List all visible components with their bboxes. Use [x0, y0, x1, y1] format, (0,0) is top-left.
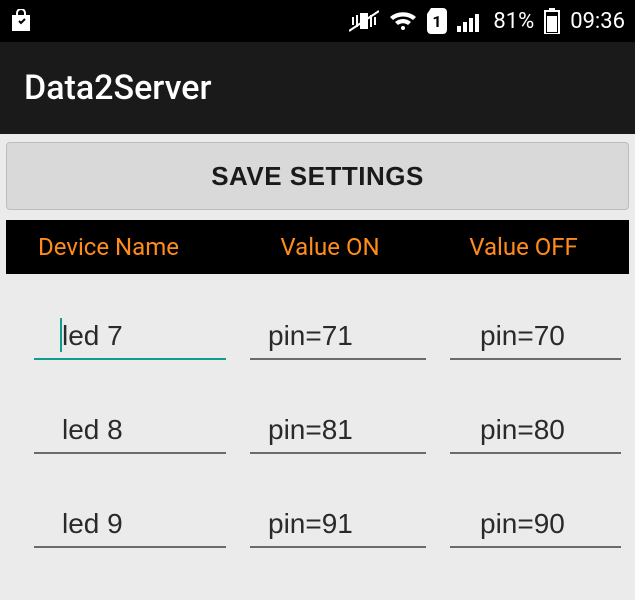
col-header-value-off: Value OFF [430, 233, 625, 261]
value-off-input[interactable] [450, 414, 621, 446]
status-bar: 1 81% 09:36 [0, 0, 635, 42]
sim1-icon: 1 [427, 8, 447, 34]
value-on-input[interactable] [250, 414, 426, 446]
value-on-input[interactable] [250, 320, 426, 352]
battery-icon [544, 8, 560, 34]
table-row [6, 462, 629, 556]
value-off-input[interactable] [450, 508, 621, 540]
cell-value-on [250, 320, 426, 360]
cell-device-name [34, 320, 226, 360]
cell-value-on [250, 414, 426, 454]
table-row [6, 368, 629, 462]
cell-value-off [450, 320, 621, 360]
value-off-input[interactable] [450, 320, 621, 352]
table-header: Device Name Value ON Value OFF [6, 220, 629, 274]
table-row [6, 274, 629, 368]
table-row [6, 556, 629, 600]
signal-icon [457, 10, 483, 32]
app-bar: Data2Server [0, 42, 635, 134]
cell-device-name [34, 414, 226, 454]
cell-value-off [450, 508, 621, 548]
notification-bag-icon [10, 9, 32, 33]
settings-table: Device Name Value ON Value OFF [0, 216, 635, 600]
app-title: Data2Server [24, 68, 212, 108]
save-settings-button[interactable]: SAVE SETTINGS [6, 142, 629, 210]
cell-device-name [34, 508, 226, 548]
col-header-value-on: Value ON [230, 233, 430, 261]
device-name-input[interactable] [34, 320, 226, 352]
value-on-input[interactable] [250, 508, 426, 540]
device-name-input[interactable] [34, 414, 226, 446]
cell-value-on [250, 508, 426, 548]
device-name-input[interactable] [34, 508, 226, 540]
cell-value-off [450, 414, 621, 454]
svg-text:1: 1 [433, 12, 442, 31]
wifi-icon [389, 10, 417, 32]
col-header-device-name: Device Name [10, 233, 230, 261]
text-cursor [60, 318, 62, 352]
vibrate-mute-icon [349, 9, 379, 33]
clock: 09:36 [570, 9, 625, 34]
battery-percent: 81% [493, 9, 534, 34]
